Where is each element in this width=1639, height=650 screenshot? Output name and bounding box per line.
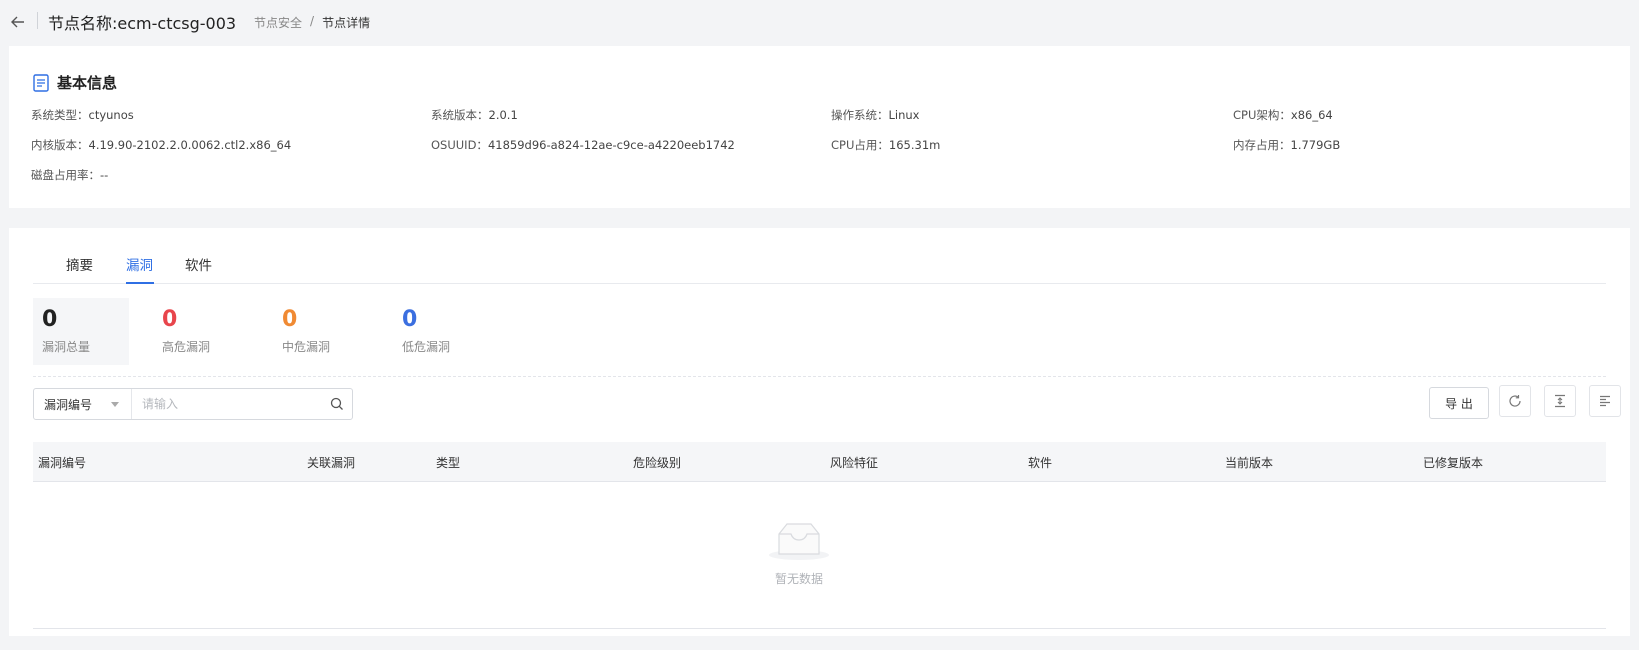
page-title: 节点名称:ecm-ctcsg-003 [48,14,237,33]
stat-low[interactable]: 0 低危漏洞 [393,298,489,365]
info-value: Linux [888,108,920,122]
stat-low-label: 低危漏洞 [402,340,451,354]
tab-summary[interactable]: 摘要 [66,254,93,274]
table-header: 漏洞编号 关联漏洞 类型 危险级别 风险特征 软件 当前版本 已修复版本 [33,442,1606,482]
info-cpu-usage: CPU占用：165.31m [831,137,940,153]
info-cpu-arch: CPU架构：x86_64 [1233,107,1333,123]
empty-state: 暂无数据 [749,518,849,587]
info-system-type: 系统类型：ctyunos [31,107,134,123]
stat-high[interactable]: 0 高危漏洞 [153,298,249,365]
column-header-risk-feature: 风险特征 [830,456,879,470]
basic-info-card: 基本信息 系统类型：ctyunos 系统版本：2.0.1 操作系统：Linux … [9,46,1630,208]
column-header-related-vuln: 关联漏洞 [307,456,356,470]
info-memory-usage: 内存占用：1.779GB [1233,137,1340,153]
columns-icon [1600,395,1610,407]
filter-field-select[interactable]: 漏洞编号 [34,389,132,419]
info-value: 4.19.90-2102.2.0.0062.ctl2.x86_64 [88,138,292,152]
info-value: 41859d96-a824-12ae-c9ce-a4220eeb1742 [487,138,735,152]
breadcrumb-item-node-detail: 节点详情 [322,16,371,30]
info-label: CPU架构： [1233,108,1291,122]
column-header-current-version: 当前版本 [1225,456,1274,470]
stat-low-value: 0 [402,307,418,332]
stat-total[interactable]: 0 漏洞总量 [33,298,129,365]
tab-bar: 摘要 漏洞 软件 [33,246,1606,284]
stat-total-value: 0 [42,307,58,332]
info-disk-usage: 磁盘占用率：-- [31,167,108,183]
vulnerability-card: 摘要 漏洞 软件 0 漏洞总量 0 高危漏洞 0 中危漏洞 0 低危漏洞 漏洞编… [9,228,1630,636]
breadcrumb-separator: / [310,14,315,28]
basic-info-title: 基本信息 [33,72,117,93]
empty-inbox-icon [769,523,829,560]
basic-info-title-text: 基本信息 [57,74,118,92]
density-icon [1555,394,1565,408]
table-bottom-border [33,628,1606,629]
info-value: 165.31m [888,138,941,152]
column-header-fixed-version: 已修复版本 [1423,456,1484,470]
info-value: x86_64 [1290,108,1333,122]
tab-software[interactable]: 软件 [185,254,212,274]
info-label: OSUUID： [431,138,488,152]
breadcrumb: 节点安全 / 节点详情 [254,14,370,31]
stat-medium[interactable]: 0 中危漏洞 [273,298,369,365]
stat-total-label: 漏洞总量 [42,340,91,354]
info-label: 系统版本： [431,108,489,122]
refresh-icon [1509,395,1521,407]
search-button[interactable] [322,389,352,419]
empty-text: 暂无数据 [774,572,823,586]
info-label: CPU占用： [831,138,889,152]
export-button[interactable]: 导 出 [1429,387,1489,419]
info-system-version: 系统版本：2.0.1 [431,107,518,123]
info-os: 操作系统：Linux [831,107,920,123]
info-label: 系统类型： [31,108,89,122]
stat-medium-label: 中危漏洞 [282,340,331,354]
active-tab-indicator [126,282,154,284]
stat-medium-value: 0 [282,307,298,332]
info-value: ctyunos [88,108,134,122]
stat-high-label: 高危漏洞 [162,340,211,354]
filter-bar: 漏洞编号 [33,388,353,420]
stat-high-value: 0 [162,307,178,332]
arrow-left-icon [11,16,24,28]
tab-vulnerability[interactable]: 漏洞 [126,254,153,274]
info-value: 1.779GB [1290,138,1341,152]
header-divider [37,12,38,29]
caret-down-icon [111,402,119,407]
column-header-vuln-id: 漏洞编号 [38,456,87,470]
filter-field-value: 漏洞编号 [44,397,93,412]
info-label: 操作系统： [831,108,889,122]
column-header-risk-level: 危险级别 [633,456,682,470]
breadcrumb-item-node-security[interactable]: 节点安全 [254,14,302,31]
search-icon [330,397,343,410]
search-input[interactable] [132,389,322,419]
page-header: 节点名称:ecm-ctcsg-003 节点安全 / 节点详情 [0,0,1639,44]
info-osuuid: OSUUID：41859d96-a824-12ae-c9ce-a4220eeb1… [431,137,735,153]
columns-setting-button[interactable] [1589,385,1621,417]
column-header-type: 类型 [436,456,461,470]
density-button[interactable] [1544,385,1576,417]
refresh-button[interactable] [1499,385,1531,417]
stats-divider [33,376,1606,377]
info-label: 内存占用： [1233,138,1291,152]
back-button[interactable] [8,12,28,32]
info-kernel-version: 内核版本：4.19.90-2102.2.0.0062.ctl2.x86_64 [31,137,291,153]
info-label: 磁盘占用率： [31,168,100,182]
info-label: 内核版本： [31,138,89,152]
info-value: -- [100,168,109,182]
column-header-software: 软件 [1028,456,1053,470]
document-icon [33,73,49,92]
info-value: 2.0.1 [488,108,518,122]
